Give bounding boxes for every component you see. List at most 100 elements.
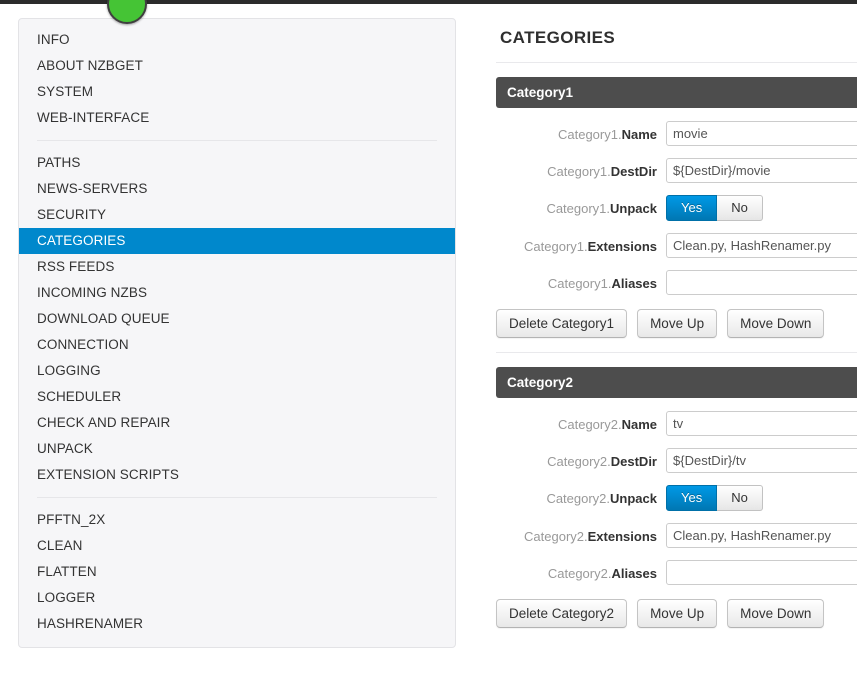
category1-extensions-input[interactable] <box>666 233 857 258</box>
field-label-category1-name: Category1.Name <box>496 121 666 143</box>
delete-category1-button[interactable]: Delete Category1 <box>496 309 628 338</box>
category-body-2: Category2.Name Category2.DestDir Categor… <box>496 398 857 642</box>
category2-unpack-toggle: Yes No <box>666 485 763 511</box>
field-label-category2-destdir: Category2.DestDir <box>496 448 666 470</box>
sidebar-item-logging[interactable]: LOGGING <box>19 358 455 384</box>
sidebar-group-scripts: PFFTN_2X CLEAN FLATTEN LOGGER HASHRENAME… <box>19 507 455 637</box>
field-label-prefix: Category1. <box>547 276 612 291</box>
category-block-1: Category1 Category1.Name Category1.DestD… <box>496 77 857 352</box>
field-label-category2-aliases: Category2.Aliases <box>496 560 666 582</box>
sidebar-divider-1 <box>37 140 437 141</box>
field-label-prefix: Category1. <box>557 127 622 142</box>
category2-extensions-input[interactable] <box>666 523 857 548</box>
category2-move-down-button[interactable]: Move Down <box>727 599 825 628</box>
sidebar-item-security[interactable]: SECURITY <box>19 202 455 228</box>
category2-aliases-input[interactable] <box>666 560 857 585</box>
sidebar-item-web-interface[interactable]: WEB-INTERFACE <box>19 105 455 131</box>
field-row-category2-name: Category2.Name <box>496 411 857 436</box>
field-label-category2-extensions: Category2.Extensions <box>496 523 666 545</box>
field-label-category1-extensions: Category1.Extensions <box>496 233 666 255</box>
field-label-category1-aliases: Category1.Aliases <box>496 270 666 292</box>
field-label-key: Unpack <box>610 491 657 506</box>
field-label-key: Name <box>621 417 657 432</box>
category1-unpack-toggle: Yes No <box>666 195 763 221</box>
field-row-category2-aliases: Category2.Aliases <box>496 560 857 585</box>
sidebar-item-connection[interactable]: CONNECTION <box>19 332 455 358</box>
sidebar-item-incoming-nzbs[interactable]: INCOMING NZBS <box>19 280 455 306</box>
sidebar-item-hashrenamer[interactable]: HASHRENAMER <box>19 611 455 637</box>
field-row-category1-destdir: Category1.DestDir <box>496 158 857 183</box>
field-label-key: Aliases <box>611 566 657 581</box>
field-label-category2-name: Category2.Name <box>496 411 666 433</box>
category1-destdir-input[interactable] <box>666 158 857 183</box>
field-label-key: DestDir <box>610 164 657 179</box>
category2-unpack-yes-button[interactable]: Yes <box>666 485 718 511</box>
sidebar-divider-2 <box>37 497 437 498</box>
field-label-key: Unpack <box>610 201 657 216</box>
category1-move-up-button[interactable]: Move Up <box>637 309 718 338</box>
field-label-key: Extensions <box>587 529 657 544</box>
sidebar-group-settings: PATHS NEWS-SERVERS SECURITY CATEGORIES R… <box>19 150 455 488</box>
field-label-key: Name <box>621 127 657 142</box>
field-label-prefix: Category2. <box>547 566 612 581</box>
delete-category2-button[interactable]: Delete Category2 <box>496 599 628 628</box>
field-label-prefix: Category1. <box>524 239 588 254</box>
top-navbar <box>0 0 857 24</box>
category1-unpack-yes-button[interactable]: Yes <box>666 195 718 221</box>
category2-name-input[interactable] <box>666 411 857 436</box>
sidebar-item-scheduler[interactable]: SCHEDULER <box>19 384 455 410</box>
sidebar-item-system[interactable]: SYSTEM <box>19 79 455 105</box>
field-row-category1-extensions: Category1.Extensions <box>496 233 857 258</box>
title-divider <box>496 62 857 63</box>
field-label-key: DestDir <box>610 454 657 469</box>
category-divider-1 <box>496 352 857 353</box>
sidebar-item-paths[interactable]: PATHS <box>19 150 455 176</box>
category1-actions: Delete Category1 Move Up Move Down <box>496 307 857 352</box>
category1-aliases-input[interactable] <box>666 270 857 295</box>
field-row-category2-destdir: Category2.DestDir <box>496 448 857 473</box>
sidebar-item-unpack[interactable]: UNPACK <box>19 436 455 462</box>
sidebar-item-extension-scripts[interactable]: EXTENSION SCRIPTS <box>19 462 455 488</box>
sidebar-item-download-queue[interactable]: DOWNLOAD QUEUE <box>19 306 455 332</box>
category2-unpack-no-button[interactable]: No <box>717 485 763 511</box>
settings-sidebar: INFO ABOUT NZBGET SYSTEM WEB-INTERFACE P… <box>18 18 456 648</box>
categories-settings-panel: CATEGORIES Category1 Category1.Name Cate… <box>496 18 857 642</box>
field-label-key: Extensions <box>587 239 657 254</box>
field-label-category1-unpack: Category1.Unpack <box>496 195 666 217</box>
category1-name-input[interactable] <box>666 121 857 146</box>
sidebar-item-logger[interactable]: LOGGER <box>19 585 455 611</box>
sidebar-item-clean[interactable]: CLEAN <box>19 533 455 559</box>
sidebar-item-pfftn-2x[interactable]: PFFTN_2X <box>19 507 455 533</box>
field-label-prefix: Category1. <box>547 164 611 179</box>
category2-destdir-input[interactable] <box>666 448 857 473</box>
field-row-category2-extensions: Category2.Extensions <box>496 523 857 548</box>
category1-unpack-no-button[interactable]: No <box>717 195 763 221</box>
sidebar-item-about-nzbget[interactable]: ABOUT NZBGET <box>19 53 455 79</box>
sidebar-item-rss-feeds[interactable]: RSS FEEDS <box>19 254 455 280</box>
page-title: CATEGORIES <box>500 28 616 47</box>
field-row-category2-unpack: Category2.Unpack Yes No <box>496 485 857 511</box>
field-row-category1-unpack: Category1.Unpack Yes No <box>496 195 857 221</box>
field-label-prefix: Category2. <box>524 529 588 544</box>
field-label-prefix: Category2. <box>546 491 611 506</box>
page-container: INFO ABOUT NZBGET SYSTEM WEB-INTERFACE P… <box>0 4 857 683</box>
sidebar-item-info[interactable]: INFO <box>19 27 455 53</box>
category2-actions: Delete Category2 Move Up Move Down <box>496 597 857 642</box>
category-header-1: Category1 <box>496 77 857 108</box>
category-body-1: Category1.Name Category1.DestDir Categor… <box>496 108 857 352</box>
category1-move-down-button[interactable]: Move Down <box>727 309 825 338</box>
field-row-category1-name: Category1.Name <box>496 121 857 146</box>
category2-move-up-button[interactable]: Move Up <box>637 599 718 628</box>
category-block-2: Category2 Category2.Name Category2.DestD… <box>496 367 857 642</box>
sidebar-group-general: INFO ABOUT NZBGET SYSTEM WEB-INTERFACE <box>19 27 455 131</box>
category-header-2: Category2 <box>496 367 857 398</box>
sidebar-item-flatten[interactable]: FLATTEN <box>19 559 455 585</box>
field-label-key: Aliases <box>611 276 657 291</box>
field-row-category1-aliases: Category1.Aliases <box>496 270 857 295</box>
field-label-prefix: Category1. <box>546 201 611 216</box>
sidebar-item-news-servers[interactable]: NEWS-SERVERS <box>19 176 455 202</box>
field-label-category1-destdir: Category1.DestDir <box>496 158 666 180</box>
field-label-category2-unpack: Category2.Unpack <box>496 485 666 507</box>
sidebar-item-check-and-repair[interactable]: CHECK AND REPAIR <box>19 410 455 436</box>
sidebar-item-categories[interactable]: CATEGORIES <box>19 228 455 254</box>
